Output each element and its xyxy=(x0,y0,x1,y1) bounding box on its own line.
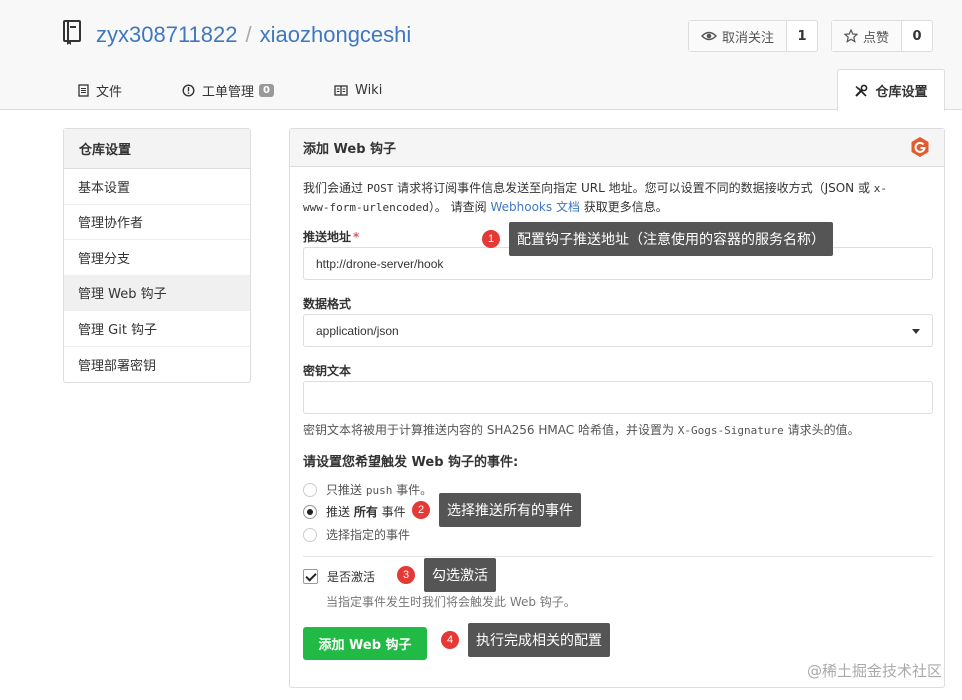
add-webhook-panel: 添加 Web 钩子 我们会通过 POST 请求将订阅事件信息发送至向指定 URL… xyxy=(289,128,945,688)
repo-owner-link[interactable]: zyx308711822 xyxy=(96,22,238,47)
webhooks-docs-link[interactable]: Webhooks 文档 xyxy=(490,200,579,214)
tab-issues[interactable]: 工单管理 0 xyxy=(166,70,290,110)
secret-hint: 密钥文本将被用于计算推送内容的 SHA256 HMAC 哈希值，并设置为 X-G… xyxy=(303,423,860,437)
event-all-label: 推送 所有 事件 xyxy=(326,505,406,519)
annotation-number: 2 xyxy=(412,501,430,519)
desc-text-3: ）。 请查阅 xyxy=(428,200,491,214)
annotation-1: 1 配置钩子推送地址（注意使用的容器的服务名称） xyxy=(482,222,833,256)
signature-header-name: X-Gogs-Signature xyxy=(677,424,784,437)
annotation-2: 2 选择推送所有的事件 xyxy=(412,493,581,527)
sidebar-header: 仓库设置 xyxy=(64,129,250,169)
panel-title: 添加 Web 钩子 xyxy=(290,129,944,167)
book-icon xyxy=(334,84,348,96)
events-label: 请设置您希望触发 Web 钩子的事件: xyxy=(303,455,519,470)
sidebar-item-git-hooks[interactable]: 管理 Git 钩子 xyxy=(64,311,250,347)
desc-post-method: POST xyxy=(366,182,394,195)
tab-wiki[interactable]: Wiki xyxy=(318,70,398,110)
tab-wiki-label: Wiki xyxy=(355,82,383,98)
event-choose-radio[interactable] xyxy=(303,527,317,542)
annotation-callout: 配置钩子推送地址（注意使用的容器的服务名称） xyxy=(509,222,833,256)
event-choose-option[interactable]: 选择指定的事件 xyxy=(303,526,410,543)
star-label: 点赞 xyxy=(863,30,890,46)
repo-title: zyx308711822 / xiaozhongceshi xyxy=(96,22,411,48)
annotation-number: 3 xyxy=(397,566,415,584)
desc-content-type: www-form-urlencoded xyxy=(303,201,429,214)
required-marker: * xyxy=(353,230,360,244)
desc-text-1: 我们会通过 xyxy=(303,181,367,195)
unwatch-button[interactable]: 取消关注 xyxy=(689,21,788,51)
annotation-callout: 选择推送所有的事件 xyxy=(439,493,581,527)
payload-url-label: 推送地址 * xyxy=(303,230,360,244)
sidebar-item-branches[interactable]: 管理分支 xyxy=(64,240,250,276)
active-hint: 当指定事件发生时我们将会触发此 Web 钩子。 xyxy=(326,595,576,609)
repo-name-link[interactable]: xiaozhongceshi xyxy=(260,22,412,47)
repo-path-separator: / xyxy=(245,22,252,47)
eye-icon xyxy=(701,31,717,41)
active-label: 是否激活 xyxy=(327,570,376,584)
event-all-radio[interactable] xyxy=(303,504,317,519)
watch-button-group: 取消关注 1 xyxy=(688,20,819,52)
content-type-label: 数据格式 xyxy=(303,297,352,311)
issues-count-badge: 0 xyxy=(259,83,274,97)
annotation-number: 1 xyxy=(482,230,500,248)
tab-settings-label: 仓库设置 xyxy=(875,85,928,100)
annotation-4: 4 执行完成相关的配置 xyxy=(441,623,610,657)
sidebar-item-deploy-keys[interactable]: 管理部署密钥 xyxy=(64,347,250,383)
desc-text-4: 获取更多信息。 xyxy=(579,200,668,214)
star-count[interactable]: 0 xyxy=(902,21,932,51)
caret-down-icon xyxy=(912,329,920,334)
active-option[interactable]: 是否激活 xyxy=(303,568,375,585)
tab-files[interactable]: 文件 xyxy=(62,70,138,110)
annotation-number: 4 xyxy=(441,631,459,649)
tab-settings[interactable]: 仓库设置 xyxy=(837,69,945,111)
secret-input[interactable] xyxy=(303,381,933,414)
repo-book-icon xyxy=(63,20,81,45)
star-button-group: 点赞 0 xyxy=(831,20,934,52)
add-webhook-button[interactable]: 添加 Web 钩子 xyxy=(303,627,427,660)
secret-label: 密钥文本 xyxy=(303,364,352,378)
active-checkbox[interactable] xyxy=(303,569,318,584)
annotation-3: 3 勾选激活 xyxy=(397,558,496,592)
tab-issues-label: 工单管理 xyxy=(202,84,255,100)
watermark: @稀土掘金技术社区 xyxy=(806,662,942,680)
tools-icon xyxy=(855,84,868,97)
settings-sidebar: 仓库设置 基本设置 管理协作者 管理分支 管理 Web 钩子 管理 Git 钩子… xyxy=(63,128,251,383)
webhook-description: 我们会通过 POST 请求将订阅事件信息发送至向指定 URL 地址。您可以设置不… xyxy=(303,179,933,217)
annotation-callout: 执行完成相关的配置 xyxy=(468,623,610,657)
sidebar-item-collaborators[interactable]: 管理协作者 xyxy=(64,205,250,240)
desc-content-type-prefix: x- xyxy=(873,182,888,195)
star-button[interactable]: 点赞 xyxy=(832,21,903,51)
desc-text-2: 请求将订阅事件信息发送至向指定 URL 地址。您可以设置不同的数据接收方式（JS… xyxy=(393,181,874,195)
annotation-callout: 勾选激活 xyxy=(424,558,496,592)
sidebar-item-webhooks[interactable]: 管理 Web 钩子 xyxy=(64,275,250,311)
repo-header: zyx308711822/xiaozhongceshi 取消关注 1 点赞 0 … xyxy=(0,0,962,111)
sidebar-item-basic[interactable]: 基本设置 xyxy=(64,169,250,205)
content-type-value: application/json xyxy=(316,323,399,338)
tab-files-label: 文件 xyxy=(96,84,123,100)
event-all-option[interactable]: 推送 所有 事件 xyxy=(303,503,406,520)
repo-tabs: 文件 工单管理 0 Wiki 仓库设置 xyxy=(62,69,945,111)
content-type-select[interactable]: application/json xyxy=(303,314,933,347)
star-icon xyxy=(844,29,858,43)
unwatch-label: 取消关注 xyxy=(722,30,775,46)
section-divider xyxy=(303,556,933,557)
event-choose-label: 选择指定的事件 xyxy=(326,528,411,542)
file-icon xyxy=(78,83,89,97)
gogs-logo-icon xyxy=(911,137,929,157)
issue-icon xyxy=(182,83,195,97)
watch-count[interactable]: 1 xyxy=(787,21,817,51)
event-push-only-radio[interactable] xyxy=(303,482,317,497)
